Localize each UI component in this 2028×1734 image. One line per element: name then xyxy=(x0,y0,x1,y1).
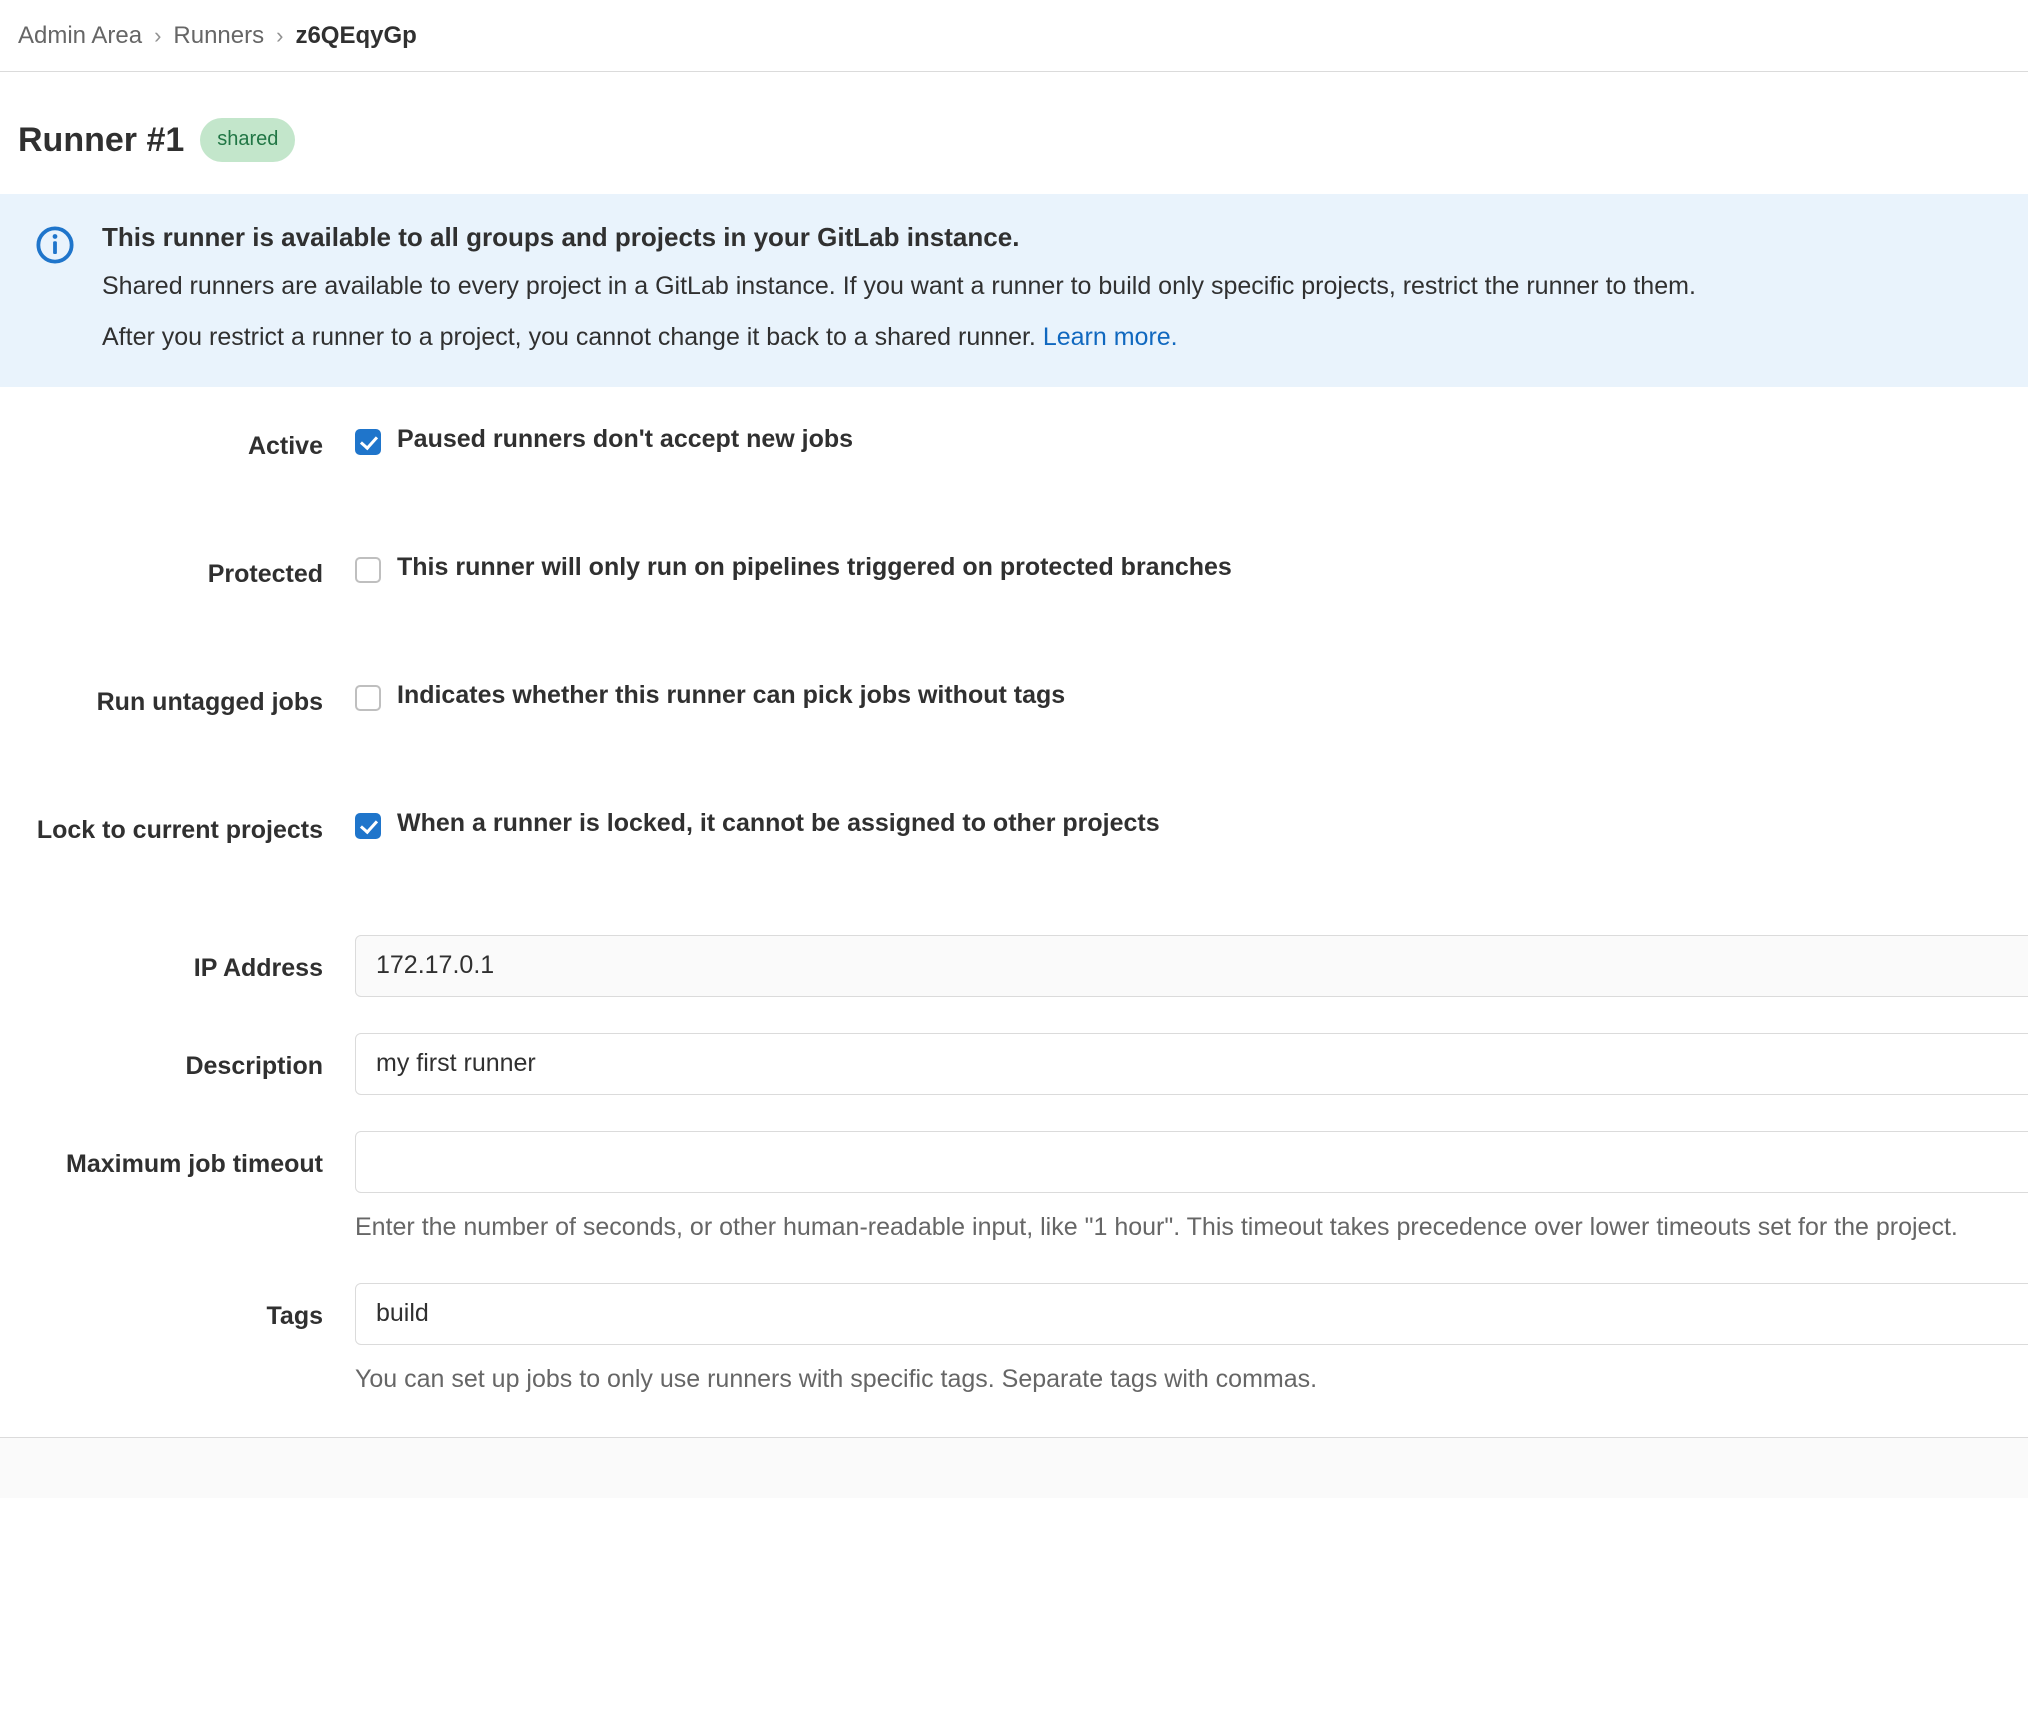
alert-title: This runner is available to all groups a… xyxy=(102,222,1020,252)
lock-to-current-projects-checkbox[interactable] xyxy=(355,812,381,839)
form-row-tags: Tags You can set up jobs to only use run… xyxy=(0,1282,2028,1399)
lock-to-current-projects-checkbox-group[interactable]: When a runner is locked, it cannot be as… xyxy=(355,807,2028,841)
protected-checkbox-label[interactable]: This runner will only run on pipelines t… xyxy=(397,551,1232,585)
form-footer-strip xyxy=(0,1437,2028,1498)
form-row-lock-to-current-projects: Lock to current projects When a runner i… xyxy=(0,807,2028,935)
breadcrumb-item-current: z6QEqyGp xyxy=(295,21,417,49)
info-alert: This runner is available to all groups a… xyxy=(0,194,2028,387)
breadcrumb: Admin Area › Runners › z6QEqyGp xyxy=(0,0,2028,72)
label-description: Description xyxy=(185,1051,323,1080)
page-title: Runner #1 xyxy=(18,121,185,159)
maximum-job-timeout-help: Enter the number of seconds, or other hu… xyxy=(355,1212,1958,1241)
breadcrumb-item-admin-area[interactable]: Admin Area xyxy=(18,22,142,50)
form-row-ip-address: IP Address xyxy=(0,934,2028,997)
info-circle-icon xyxy=(36,226,74,264)
runner-settings-form: Active Paused runners don't accept new j… xyxy=(0,387,2028,1498)
alert-paragraph-2-text: After you restrict a runner to a project… xyxy=(102,322,1036,351)
form-row-run-untagged-jobs: Run untagged jobs Indicates whether this… xyxy=(0,679,2028,807)
active-checkbox-group[interactable]: Paused runners don't accept new jobs xyxy=(355,423,2028,457)
tags-help: You can set up jobs to only use runners … xyxy=(355,1364,1318,1393)
breadcrumb-separator-icon: › xyxy=(154,22,162,48)
run-untagged-jobs-checkbox-label[interactable]: Indicates whether this runner can pick j… xyxy=(397,679,1065,713)
label-ip-address: IP Address xyxy=(193,953,323,982)
status-badge: shared xyxy=(200,118,296,162)
run-untagged-jobs-checkbox[interactable] xyxy=(355,684,381,711)
label-run-untagged-jobs: Run untagged jobs xyxy=(96,687,323,716)
learn-more-link[interactable]: Learn more. xyxy=(1043,323,1178,351)
run-untagged-jobs-checkbox-group[interactable]: Indicates whether this runner can pick j… xyxy=(355,679,2028,713)
form-row-protected: Protected This runner will only run on p… xyxy=(0,551,2028,679)
ip-address-input[interactable] xyxy=(355,934,2028,997)
alert-paragraph-2: After you restrict a runner to a project… xyxy=(102,318,2028,357)
lock-to-current-projects-checkbox-label[interactable]: When a runner is locked, it cannot be as… xyxy=(397,807,1160,841)
active-checkbox-label[interactable]: Paused runners don't accept new jobs xyxy=(397,423,853,457)
active-checkbox[interactable] xyxy=(355,428,381,455)
tags-input[interactable] xyxy=(355,1282,2028,1345)
breadcrumb-item-runners[interactable]: Runners xyxy=(173,22,264,50)
label-tags: Tags xyxy=(266,1301,324,1330)
protected-checkbox[interactable] xyxy=(355,556,381,583)
label-lock-to-current-projects: Lock to current projects xyxy=(36,815,323,844)
breadcrumb-separator-icon: › xyxy=(276,22,284,48)
protected-checkbox-group[interactable]: This runner will only run on pipelines t… xyxy=(355,551,2028,585)
description-input[interactable] xyxy=(355,1032,2028,1095)
form-row-active: Active Paused runners don't accept new j… xyxy=(0,423,2028,551)
label-active: Active xyxy=(247,431,323,460)
label-protected: Protected xyxy=(207,559,323,588)
page-header: Runner #1 shared xyxy=(0,72,2028,176)
label-maximum-job-timeout: Maximum job timeout xyxy=(66,1149,323,1178)
alert-paragraph-1: Shared runners are available to every pr… xyxy=(102,272,1696,301)
maximum-job-timeout-input[interactable] xyxy=(355,1130,2028,1193)
form-row-description: Description xyxy=(0,1032,2028,1095)
form-row-maximum-job-timeout: Maximum job timeout Enter the number of … xyxy=(0,1130,2028,1247)
